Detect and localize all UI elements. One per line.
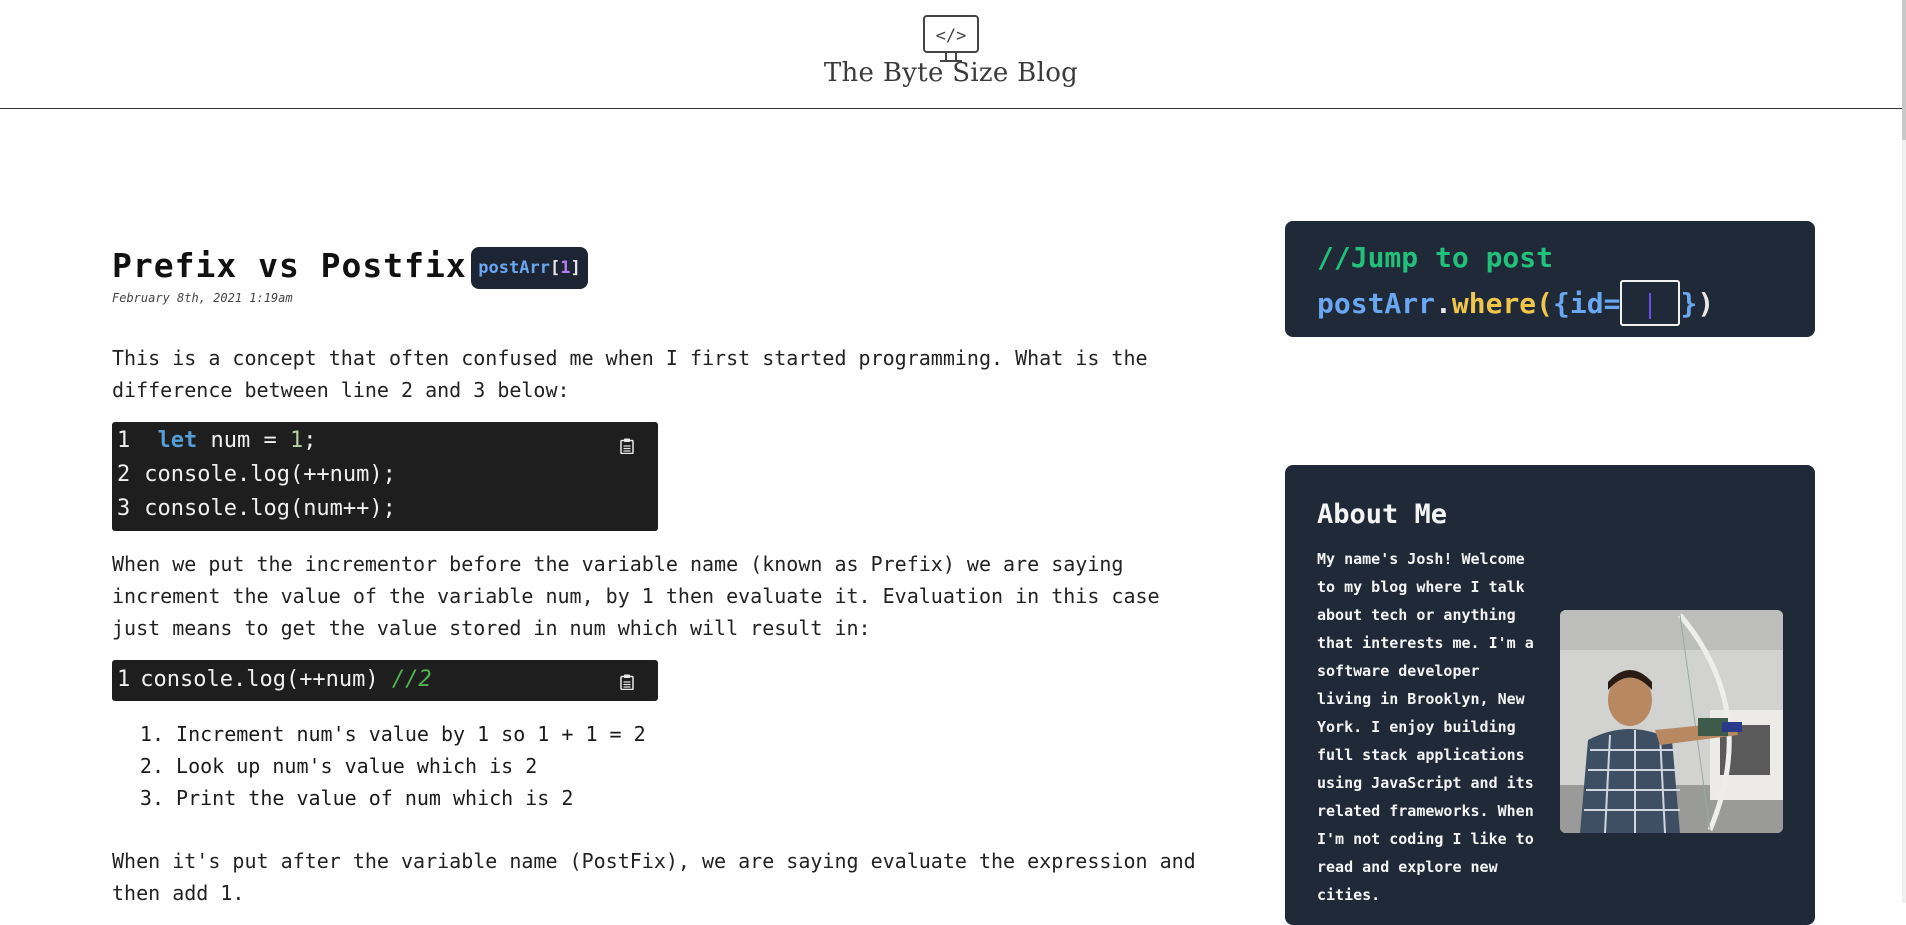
code-text: console.log(num++); [144,496,396,521]
monitor-code-icon[interactable]: </> [922,14,980,64]
intro-paragraph: This is a concept that often confused me… [112,346,1148,402]
list-number: 3. [139,786,164,810]
code-comment: //2 [391,667,432,692]
logo-glyph: </> [936,26,967,46]
code-text: console.log(++num); [144,462,396,487]
jump-dot: . [1435,287,1452,320]
code-block: 1 let num = 1; 2 console.log(++num); 3 con… [112,422,658,531]
site-header: </> The Byte Size Blog [0,0,1902,109]
jump-to-post-panel: //Jump to post postArr.where({id=}) [1285,221,1815,337]
list-text: Increment num's value by 1 so 1 + 1 = 2 [176,722,646,746]
badge-close-bracket: ] [570,258,581,278]
text-caret [1649,293,1652,319]
post-date: February 8th, 2021 1:19am [112,291,293,305]
clipboard-icon[interactable] [620,674,634,690]
prefix-explanation: When we put the incrementor before the v… [112,552,1160,640]
jump-close-paren: ) [1697,287,1715,320]
jump-key: id= [1569,287,1621,320]
scrollbar-thumb[interactable] [1902,0,1906,140]
jump-open-brace: { [1553,287,1570,320]
postfix-paragraph: When it's put after the variable name (P… [112,849,1196,905]
list-number: 1. [139,722,164,746]
jump-close-brace: } [1680,287,1698,320]
code-line: 1 console.log(++num) //2 [117,663,432,697]
list-text: Look up num's value which is 2 [176,754,538,778]
badge-open-bracket: [ [549,258,561,278]
jump-comment: //Jump to post [1317,241,1554,274]
code-block: 1 console.log(++num) //2 [112,660,658,701]
blog-title[interactable]: The Byte Size Blog [0,58,1902,88]
list-text: Print the value of num which is 2 [176,786,574,810]
jump-obj: postArr [1317,287,1436,320]
post-title: Prefix vs Postfix [112,246,467,285]
jump-code: postArr.where({id=}) [1317,280,1715,326]
jump-method: where [1451,287,1537,320]
page-scrollbar[interactable] [1902,0,1906,903]
code-keyword: let [157,428,198,453]
code-text: num = [197,428,290,453]
about-me-panel: About Me My name's Josh! Welcome to my b… [1285,465,1815,925]
list-item: 1. Increment num's value by 1 so 1 + 1 =… [112,718,646,750]
code-line: 2 console.log(++num); [117,458,396,492]
code-text: console.log(++num) [140,667,392,692]
code-line: 1 let num = 1; [117,424,316,458]
code-number: 1 [289,428,304,453]
code-text: ; [303,428,317,453]
author-photo [1560,610,1783,833]
line-number: 1 [117,428,131,453]
list-item: 3. Print the value of num which is 2 [112,782,646,814]
list-number: 2. [139,754,164,778]
jump-open-paren: ( [1536,287,1554,320]
post-index-badge[interactable]: postArr[1] [471,247,588,289]
post-id-input-wrap[interactable] [1620,280,1681,326]
badge-index: 1 [560,258,571,278]
line-number: 3 [117,496,131,521]
clipboard-icon[interactable] [620,438,634,454]
badge-array-name: postArr [478,258,550,278]
code-line: 3 console.log(num++); [117,492,396,526]
list-item: 2. Look up num's value which is 2 [112,750,646,782]
about-text: My name's Josh! Welcome to my blog where… [1317,550,1534,904]
line-number: 2 [117,462,131,487]
about-title: About Me [1317,499,1448,530]
line-number: 1 [117,667,131,692]
steps-list: 1. Increment num's value by 1 so 1 + 1 =… [112,718,646,814]
